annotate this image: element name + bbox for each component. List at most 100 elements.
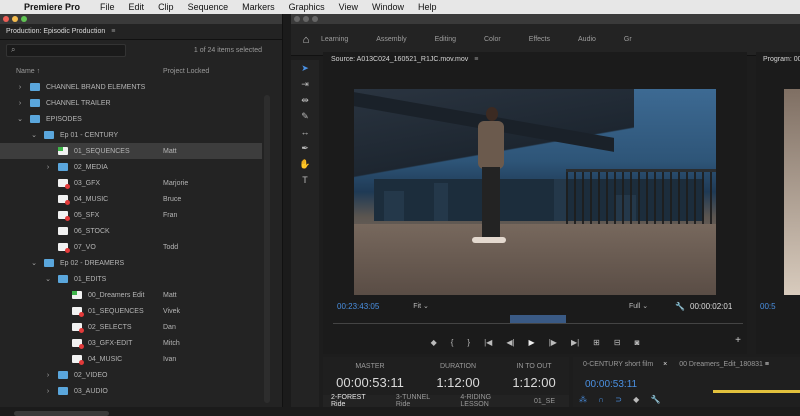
menu-file[interactable]: File xyxy=(100,2,115,12)
list-item[interactable]: 06_STOCK xyxy=(0,223,262,239)
step-back-icon[interactable]: ◀| xyxy=(506,338,514,347)
mark-in-icon[interactable]: { xyxy=(451,338,454,347)
list-item[interactable]: 03_GFX Marjorie xyxy=(0,175,262,191)
zoom-select[interactable]: Fit ⌄ xyxy=(413,302,429,310)
menu-help[interactable]: Help xyxy=(418,2,437,12)
close-window-icon[interactable] xyxy=(294,16,300,22)
horizontal-scrollbar[interactable] xyxy=(14,411,109,416)
slip-tool-icon[interactable]: ↔ xyxy=(291,124,319,140)
list-item[interactable]: 04_MUSIC Ivan xyxy=(0,351,262,367)
resolution-select[interactable]: Full ⌄ xyxy=(629,302,648,310)
list-item[interactable]: 03_GFX-EDIT Mitch xyxy=(0,335,262,351)
source-current-timecode[interactable]: 00:23:43:05 xyxy=(337,302,379,311)
workspace-audio[interactable]: Audio xyxy=(578,36,596,43)
disclosure-chevron-icon[interactable]: › xyxy=(16,100,24,107)
list-item[interactable]: 07_VO Todd xyxy=(0,239,262,255)
program-timecode[interactable]: 00:5 xyxy=(760,302,776,311)
zoom-window-icon[interactable] xyxy=(21,16,27,22)
add-marker-icon[interactable]: ◆ xyxy=(431,338,437,347)
mark-out-icon[interactable]: } xyxy=(467,338,470,347)
menu-markers[interactable]: Markers xyxy=(242,2,275,12)
list-item[interactable]: 04_MUSIC Bruce xyxy=(0,191,262,207)
project-title[interactable]: Production: Episodic Production xyxy=(6,28,105,35)
program-video-frame[interactable] xyxy=(784,89,800,295)
workspace-effects[interactable]: Effects xyxy=(529,36,550,43)
type-tool-icon[interactable]: T xyxy=(291,172,319,188)
ripple-edit-tool-icon[interactable]: ⇹ xyxy=(291,92,319,108)
tab-tunnel-ride[interactable]: 3-TUNNEL Ride xyxy=(396,394,438,408)
disclosure-chevron-icon[interactable]: › xyxy=(44,164,52,171)
work-area-bar[interactable] xyxy=(713,390,800,393)
disclosure-chevron-icon[interactable]: › xyxy=(44,388,52,395)
app-menu[interactable]: Premiere Pro xyxy=(24,2,80,12)
menu-graphics[interactable]: Graphics xyxy=(289,2,325,12)
overwrite-icon[interactable]: ⊟ xyxy=(614,338,621,347)
tab-forest-ride[interactable]: 2-FOREST Ride xyxy=(331,394,374,408)
source-tab[interactable]: Source: A013C024_160521_R1JC.mov.mov ≡ xyxy=(323,52,747,66)
column-project-locked[interactable]: Project Locked xyxy=(163,68,209,75)
workspace-graphics[interactable]: Gr xyxy=(624,36,632,43)
go-to-out-icon[interactable]: ▶| xyxy=(571,338,579,347)
close-window-icon[interactable] xyxy=(3,16,9,22)
add-marker-icon[interactable]: ◆ xyxy=(633,395,639,404)
go-to-in-icon[interactable]: |◀ xyxy=(484,338,492,347)
list-item[interactable]: › CHANNEL TRAILER xyxy=(0,95,262,111)
list-item[interactable]: ⌄ Ep 02 - DREAMERS xyxy=(0,255,262,271)
column-name[interactable]: Name ↑ xyxy=(16,68,40,75)
selection-tool-icon[interactable]: ➤ xyxy=(291,60,319,76)
zoom-window-icon[interactable] xyxy=(312,16,318,22)
panel-menu-icon[interactable]: ≡ xyxy=(111,28,115,35)
disclosure-chevron-icon[interactable]: › xyxy=(16,84,24,91)
workspace-editing[interactable]: Editing xyxy=(435,36,456,43)
add-button-icon[interactable]: + xyxy=(735,335,741,346)
export-frame-icon[interactable]: ◙ xyxy=(635,338,640,347)
nest-icon[interactable]: ⁂ xyxy=(579,395,587,404)
menu-sequence[interactable]: Sequence xyxy=(188,2,229,12)
list-item[interactable]: 01_SEQUENCES Matt xyxy=(0,143,262,159)
list-item[interactable]: › 02_VIDEO xyxy=(0,367,262,383)
play-icon[interactable]: ▶ xyxy=(529,338,535,347)
timeline-timecode[interactable]: 00:00:53:11 xyxy=(585,379,800,390)
list-item[interactable]: › 03_AUDIO xyxy=(0,383,262,399)
menu-view[interactable]: View xyxy=(339,2,358,12)
track-select-tool-icon[interactable]: ⇥ xyxy=(291,76,319,92)
workspace-learning[interactable]: Learning xyxy=(321,36,348,43)
workspace-color[interactable]: Color xyxy=(484,36,501,43)
list-item[interactable]: 01_SEQUENCES Vivek xyxy=(0,303,262,319)
linked-selection-icon[interactable]: ⊃ xyxy=(615,395,622,404)
workspace-assembly[interactable]: Assembly xyxy=(376,36,406,43)
timeline-settings-icon[interactable]: 🔧 xyxy=(651,395,661,404)
home-icon[interactable]: ⌂ xyxy=(291,34,321,46)
step-forward-icon[interactable]: |▶ xyxy=(549,338,557,347)
hand-tool-icon[interactable]: ✋ xyxy=(291,156,319,172)
tab-riding-lesson[interactable]: 4-RIDING LESSON xyxy=(460,394,512,408)
disclosure-chevron-icon[interactable]: ⌄ xyxy=(30,131,38,139)
list-item[interactable]: ⌄ 01_EDITS xyxy=(0,271,262,287)
snap-icon[interactable]: ∩ xyxy=(598,395,604,404)
list-item[interactable]: 05_SFX Fran xyxy=(0,207,262,223)
playhead[interactable] xyxy=(510,315,566,323)
list-item[interactable]: 00_Dreamers Edit Matt xyxy=(0,287,262,303)
tab-dreamers-edit[interactable]: × 00 Dreamers_Edit_180831 ≡ xyxy=(663,361,769,368)
source-time-ruler[interactable] xyxy=(333,315,743,324)
menu-edit[interactable]: Edit xyxy=(129,2,145,12)
menu-window[interactable]: Window xyxy=(372,2,404,12)
vertical-scrollbar[interactable] xyxy=(264,95,270,403)
program-tab[interactable]: Program: 00 Dr xyxy=(756,52,800,66)
menu-clip[interactable]: Clip xyxy=(158,2,174,12)
razor-tool-icon[interactable]: ✎ xyxy=(291,108,319,124)
list-item[interactable]: › 02_MEDIA xyxy=(0,159,262,175)
list-item[interactable]: ⌄ Ep 01 - CENTURY xyxy=(0,127,262,143)
list-item[interactable]: ⌄ EPISODES xyxy=(0,111,262,127)
minimize-window-icon[interactable] xyxy=(303,16,309,22)
disclosure-chevron-icon[interactable]: ⌄ xyxy=(44,275,52,283)
pen-tool-icon[interactable]: ✒ xyxy=(291,140,319,156)
list-item[interactable]: › CHANNEL BRAND ELEMENTS xyxy=(0,79,262,95)
disclosure-chevron-icon[interactable]: › xyxy=(44,372,52,379)
minimize-window-icon[interactable] xyxy=(12,16,18,22)
source-video-frame[interactable] xyxy=(354,89,716,295)
disclosure-chevron-icon[interactable]: ⌄ xyxy=(30,259,38,267)
tab-se[interactable]: 01_SE xyxy=(534,398,555,405)
list-item[interactable]: 02_SELECTS Dan xyxy=(0,319,262,335)
insert-icon[interactable]: ⊞ xyxy=(593,338,600,347)
